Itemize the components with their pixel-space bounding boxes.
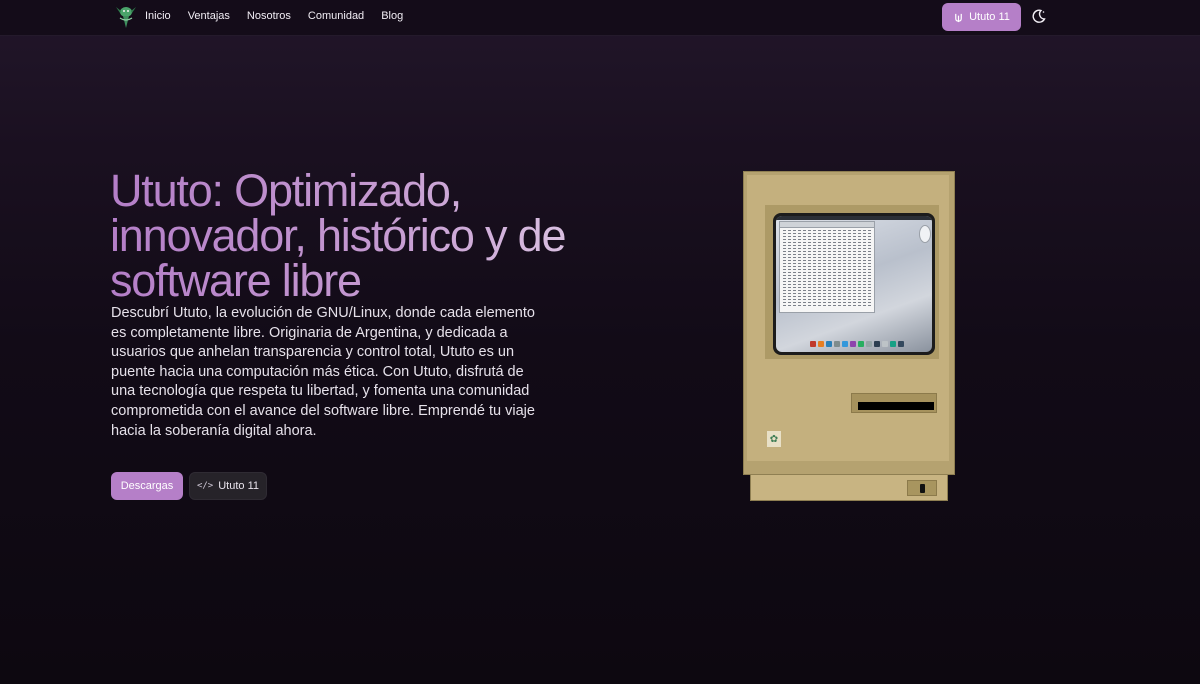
terminal-window bbox=[779, 221, 875, 313]
computer-port bbox=[907, 480, 937, 496]
main-nav: Inicio Ventajas Nosotros Comunidad Blog bbox=[145, 10, 403, 22]
computer-base bbox=[750, 475, 948, 501]
nav-link-ventajas[interactable]: Ventajas bbox=[188, 10, 230, 22]
desktop-dock bbox=[802, 340, 912, 348]
desktop-screenshot bbox=[776, 216, 932, 352]
ututo-11-button-label: Ututo 11 bbox=[218, 480, 260, 492]
nav-link-blog[interactable]: Blog bbox=[381, 10, 403, 22]
screen-bezel bbox=[765, 205, 939, 359]
nav-link-nosotros[interactable]: Nosotros bbox=[247, 10, 291, 22]
navbar: Inicio Ventajas Nosotros Comunidad Blog … bbox=[0, 0, 1200, 36]
ututo-11-nav-button[interactable]: Ututo 11 bbox=[942, 3, 1021, 31]
computer-screen bbox=[773, 213, 935, 355]
hero-description: Descubrí Ututo, la evolución de GNU/Linu… bbox=[111, 305, 535, 439]
computer-case: ✿ bbox=[743, 171, 955, 475]
computer-front: ✿ bbox=[747, 175, 949, 461]
desktop-widget bbox=[920, 226, 930, 242]
ututo-11-nav-label: Ututo 11 bbox=[969, 11, 1010, 23]
hero-title: Ututo: Optimizado, innovador, histórico … bbox=[110, 168, 650, 303]
ututo-11-button[interactable]: </> Ututo 11 bbox=[189, 472, 267, 500]
ututo-logo-icon[interactable] bbox=[114, 4, 138, 30]
ututo-logo-small-icon bbox=[955, 13, 962, 22]
nav-link-inicio[interactable]: Inicio bbox=[145, 10, 171, 22]
desktop-menubar bbox=[776, 216, 932, 220]
retro-computer-illustration: ✿ bbox=[743, 171, 955, 501]
code-icon: </> bbox=[196, 481, 214, 491]
floppy-slot bbox=[851, 393, 937, 413]
moon-icon[interactable] bbox=[1031, 8, 1047, 24]
descargas-button[interactable]: Descargas bbox=[111, 472, 183, 500]
ututo-badge-icon: ✿ bbox=[767, 431, 781, 447]
nav-link-comunidad[interactable]: Comunidad bbox=[308, 10, 364, 22]
